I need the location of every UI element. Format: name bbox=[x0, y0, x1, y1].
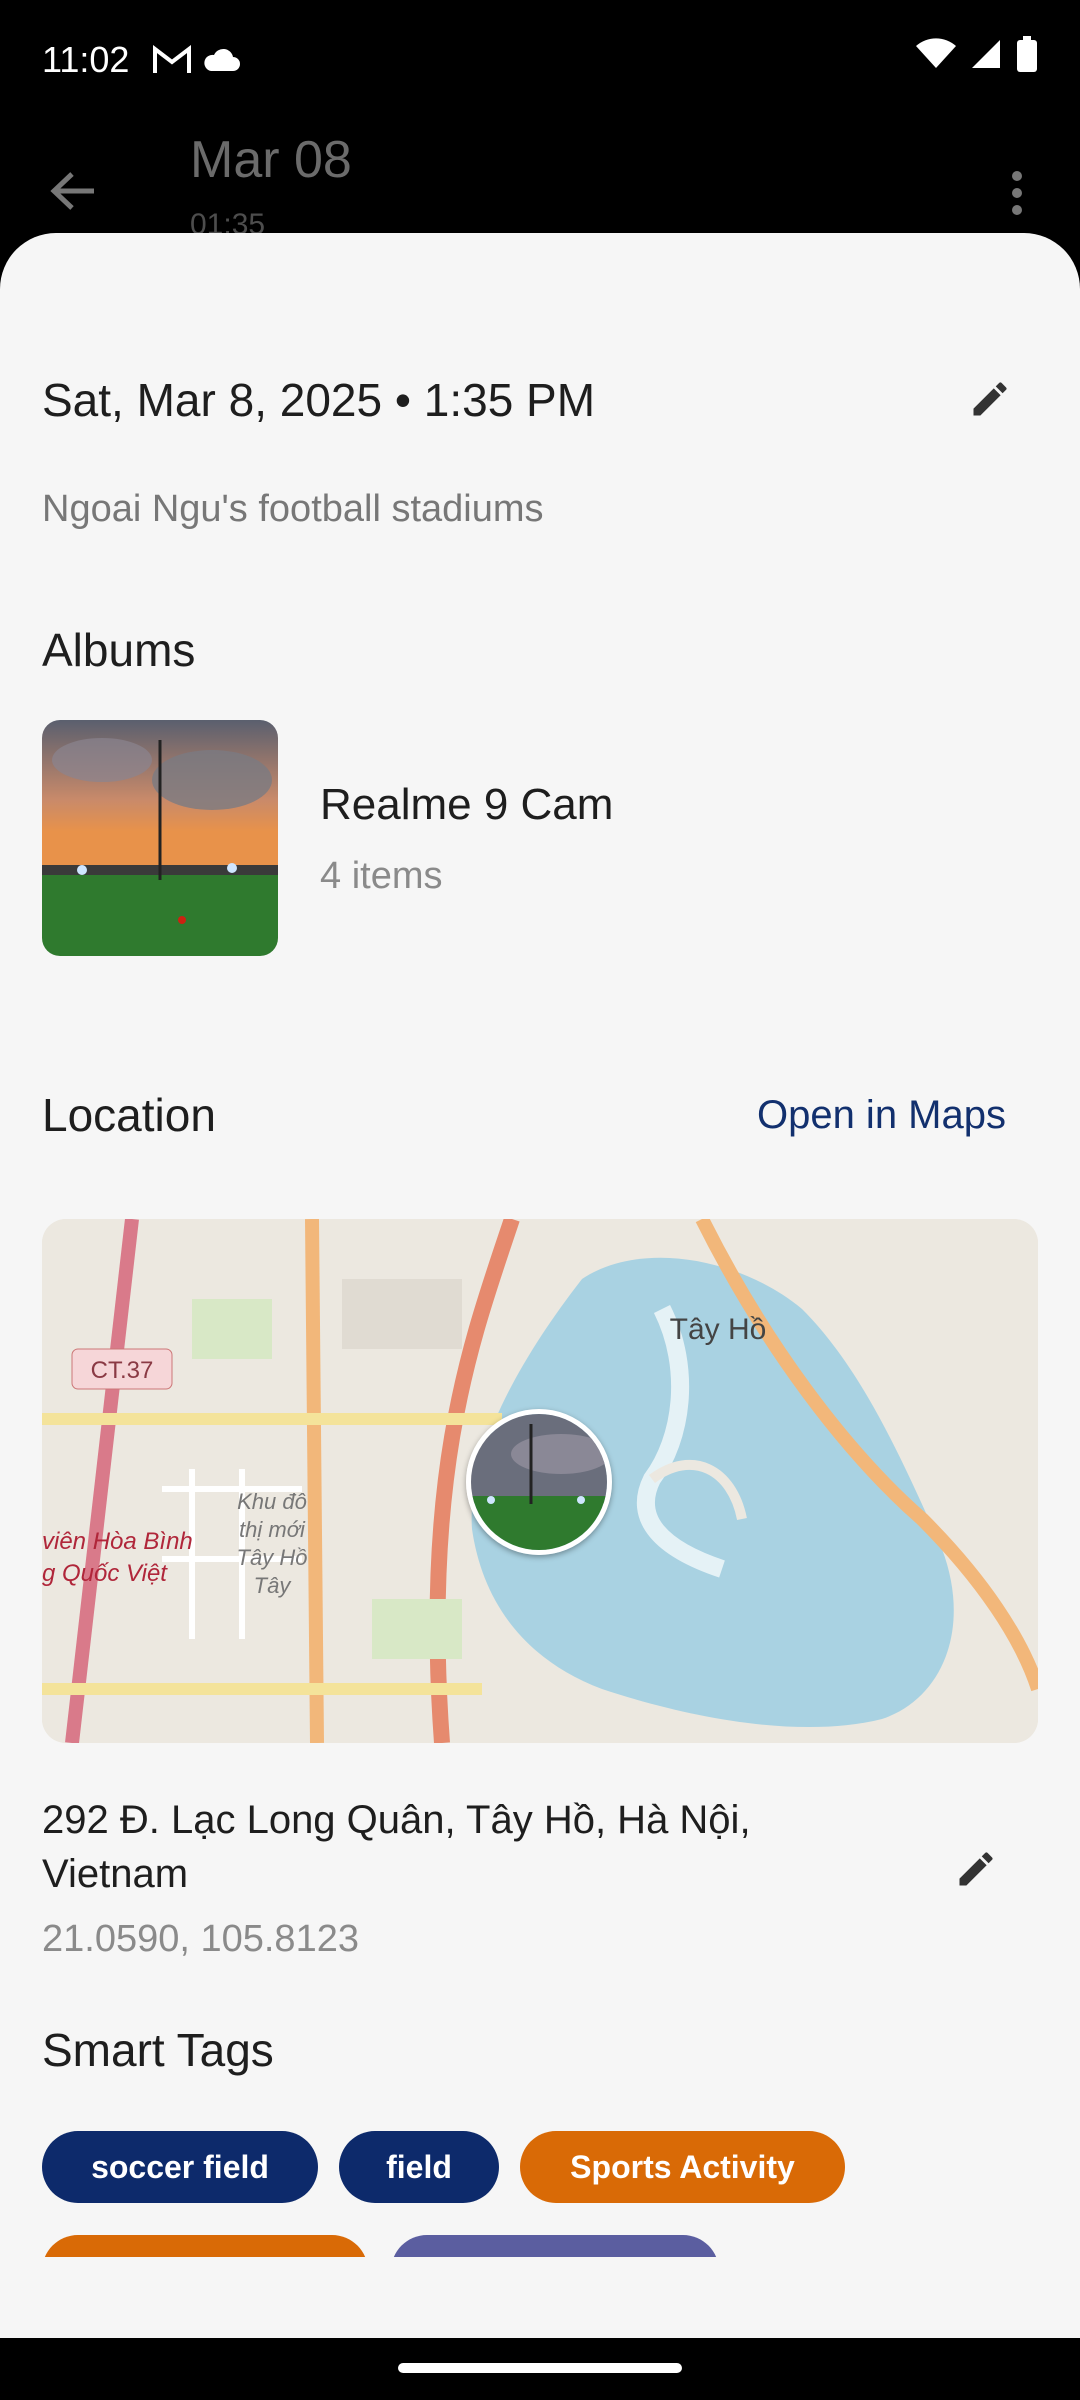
map-label-district: Tây Hồ bbox=[670, 1313, 767, 1346]
map-label-area-2: thị mới bbox=[239, 1517, 306, 1542]
address-text: 292 Đ. Lạc Long Quân, Tây Hồ, Hà Nội, Vi… bbox=[42, 1793, 842, 1901]
status-left: 11:02 bbox=[42, 39, 241, 81]
map-label-poi-2: g Quốc Việt bbox=[42, 1560, 168, 1587]
appbar-title: Mar 08 bbox=[190, 131, 352, 189]
map-label-area-3: Tây Hồ bbox=[237, 1545, 308, 1570]
map-label-road: CT.37 bbox=[91, 1357, 154, 1384]
arrow-back-icon bbox=[50, 171, 96, 216]
album-name: Realme 9 Cam bbox=[320, 780, 614, 829]
details-sheet: Sat, Mar 8, 2025 • 1:35 PM Ngoai Ngu's f… bbox=[0, 233, 1080, 2338]
map-photo-pin[interactable] bbox=[466, 1409, 612, 1555]
status-right bbox=[916, 36, 1038, 77]
edit-date-button[interactable] bbox=[952, 363, 1028, 439]
albums-heading: Albums bbox=[42, 624, 196, 676]
date-row: Sat, Mar 8, 2025 • 1:35 PM bbox=[42, 363, 1038, 443]
tag-chip[interactable]: field bbox=[339, 2131, 499, 2203]
address-line-2: Vietnam bbox=[42, 1852, 189, 1896]
edit-icon bbox=[968, 377, 1012, 426]
gesture-nav-handle[interactable] bbox=[398, 2363, 682, 2373]
wifi-icon bbox=[916, 38, 956, 75]
location-map[interactable]: CT.37 Tây Hồ Khu đô thị mới Tây Hồ Tây v… bbox=[42, 1219, 1038, 1743]
map-label-poi-1: viên Hòa Bình bbox=[42, 1528, 193, 1555]
back-button[interactable] bbox=[40, 160, 106, 226]
signal-icon bbox=[970, 38, 1002, 75]
open-in-maps-link[interactable]: Open in Maps bbox=[757, 1093, 1006, 1138]
album-thumbnail bbox=[42, 720, 278, 956]
more-vert-icon bbox=[1011, 170, 1023, 221]
tag-chip-partial[interactable] bbox=[391, 2235, 719, 2257]
more-options-button[interactable] bbox=[990, 165, 1044, 225]
map-label-area-4: Tây bbox=[254, 1573, 293, 1598]
tag-chip[interactable]: Sports Activity bbox=[520, 2131, 845, 2203]
map-label-area-1: Khu đô bbox=[237, 1489, 307, 1514]
location-heading: Location bbox=[42, 1089, 216, 1141]
status-bar: 11:02 bbox=[0, 0, 1080, 120]
tag-chip[interactable]: soccer field bbox=[42, 2131, 318, 2203]
album-item[interactable]: Realme 9 Cam 4 items bbox=[42, 720, 1038, 960]
smart-tags-heading: Smart Tags bbox=[42, 2024, 274, 2076]
battery-icon bbox=[1016, 36, 1038, 77]
edit-icon bbox=[954, 1847, 998, 1896]
address-line-1: 292 Đ. Lạc Long Quân, Tây Hồ, Hà Nội, bbox=[42, 1798, 751, 1842]
coordinates-text: 21.0590, 105.8123 bbox=[42, 1918, 359, 1960]
tag-chip-partial[interactable] bbox=[42, 2235, 368, 2257]
cloud-icon bbox=[201, 47, 241, 73]
album-count: 4 items bbox=[320, 855, 443, 897]
status-time: 11:02 bbox=[42, 39, 130, 80]
date-time-text: Sat, Mar 8, 2025 • 1:35 PM bbox=[42, 374, 596, 426]
gmail-icon bbox=[153, 45, 192, 75]
edit-location-button[interactable] bbox=[938, 1833, 1014, 1909]
photo-caption: Ngoai Ngu's football stadiums bbox=[42, 488, 544, 530]
